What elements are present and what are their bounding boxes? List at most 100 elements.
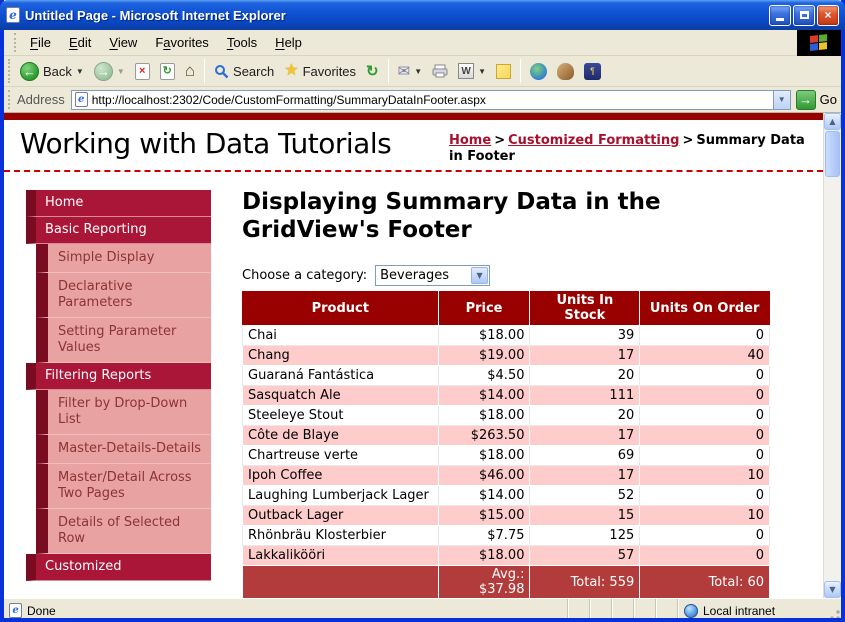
sidebar-item-filter-by-drop-down-list[interactable]: Filter by Drop-Down List — [36, 390, 211, 435]
breadcrumb-separator: > — [679, 133, 696, 148]
close-button[interactable]: × — [817, 5, 839, 26]
print-button[interactable] — [427, 62, 453, 80]
cell-value: $46.00 — [438, 466, 530, 486]
status-text: Done — [27, 604, 56, 618]
sidebar-item-filtering-reports[interactable]: Filtering Reports — [26, 363, 211, 390]
sidebar-item-master-detail-across-two-pages[interactable]: Master/Detail Across Two Pages — [36, 464, 211, 509]
mail-button[interactable]: ✉ ▼ — [393, 62, 428, 81]
cell-value: $18.00 — [438, 446, 530, 466]
cell-product: Steeleye Stout — [243, 406, 439, 426]
column-header-product: Product — [243, 291, 439, 326]
address-field[interactable]: e http://localhost:2302/Code/CustomForma… — [71, 90, 791, 110]
home-button[interactable]: ⌂ — [180, 59, 200, 83]
sidebar-item-customized[interactable]: Customized — [26, 554, 211, 581]
back-label: Back — [43, 64, 72, 79]
status-empty-pane — [655, 599, 677, 622]
table-row: Laughing Lumberjack Lager$14.00520 — [243, 486, 770, 506]
refresh-button[interactable]: ↻ — [155, 61, 180, 82]
toolbar-separator — [204, 59, 205, 83]
footer-cell: Total: 60 — [640, 566, 770, 599]
cell-value: 0 — [640, 326, 770, 346]
cell-value: 10 — [640, 506, 770, 526]
menu-item-tools[interactable]: Tools — [218, 32, 266, 53]
cell-value: 15 — [530, 506, 640, 526]
menu-item-help[interactable]: Help — [266, 32, 311, 53]
sidebar-item-master-details-details[interactable]: Master-Details-Details — [36, 435, 211, 464]
minimize-icon — [776, 18, 784, 21]
mail-dropdown-icon[interactable]: ▼ — [414, 67, 422, 76]
security-zone-pane: Local intranet — [677, 599, 827, 622]
maximize-button[interactable] — [793, 5, 815, 26]
cell-value: $15.00 — [438, 506, 530, 526]
category-select[interactable]: Beverages ▼ — [375, 265, 490, 286]
page-top-stripe — [4, 113, 823, 120]
cell-value: 0 — [640, 546, 770, 566]
address-dropdown-button[interactable]: ▼ — [773, 91, 790, 109]
menu-item-file[interactable]: File — [21, 32, 60, 53]
go-label: Go — [820, 92, 837, 107]
footer-cell — [243, 566, 439, 599]
back-button[interactable]: ← Back ▼ — [15, 60, 89, 83]
cell-value: 17 — [530, 466, 640, 486]
globe-search-icon — [530, 63, 547, 80]
search-button[interactable]: Search — [209, 62, 279, 81]
cell-value: 10 — [640, 466, 770, 486]
toolbar-grip[interactable] — [8, 59, 13, 83]
forward-dropdown-icon[interactable]: ▼ — [117, 67, 125, 76]
addressbar-grip[interactable] — [8, 90, 13, 109]
vertical-scrollbar[interactable]: ▲ ▼ — [823, 113, 841, 598]
favorites-label: Favorites — [303, 64, 356, 79]
sidebar-item-details-of-selected-row[interactable]: Details of Selected Row — [36, 509, 211, 554]
category-selected-value: Beverages — [380, 268, 449, 283]
resize-grip[interactable] — [827, 599, 841, 622]
cell-value: 111 — [530, 386, 640, 406]
address-url[interactable]: http://localhost:2302/Code/CustomFormatt… — [92, 93, 773, 107]
messenger-button[interactable] — [606, 61, 633, 82]
menu-item-view[interactable]: View — [100, 32, 146, 53]
cell-value: 40 — [640, 346, 770, 366]
breadcrumb-home[interactable]: Home — [449, 133, 491, 148]
back-dropdown-icon[interactable]: ▼ — [76, 67, 84, 76]
search-companion-button[interactable] — [552, 61, 579, 82]
standard-toolbar: ← Back ▼ → ▼ × ↻ ⌂ Search ★ Favorites ↻ … — [4, 56, 841, 87]
browser-window: e Untitled Page - Microsoft Internet Exp… — [0, 0, 845, 622]
cell-value: 69 — [530, 446, 640, 466]
sidebar-item-declarative-parameters[interactable]: Declarative Parameters — [36, 273, 211, 318]
go-button[interactable]: → Go — [796, 90, 837, 110]
minimize-button[interactable] — [769, 5, 791, 26]
stop-button[interactable]: × — [130, 61, 155, 82]
cell-product: Ipoh Coffee — [243, 466, 439, 486]
search-icon — [214, 64, 229, 79]
edit-dropdown-icon[interactable]: ▼ — [478, 67, 486, 76]
cell-product: Outback Lager — [243, 506, 439, 526]
scroll-up-button[interactable]: ▲ — [824, 113, 841, 130]
history-icon: ↻ — [366, 64, 379, 79]
menu-item-edit[interactable]: Edit — [60, 32, 100, 53]
menu-item-favorites[interactable]: Favorites — [146, 32, 217, 53]
favorites-star-icon: ★ — [284, 63, 298, 79]
menubar-grip[interactable] — [14, 33, 19, 52]
breadcrumb-customized-formatting[interactable]: Customized Formatting — [508, 133, 679, 148]
cell-product: Chartreuse verte — [243, 446, 439, 466]
scroll-thumb[interactable] — [825, 131, 840, 177]
research-button[interactable] — [525, 61, 552, 82]
windows-flag-icon — [810, 34, 828, 52]
table-header-row: ProductPriceUnits In StockUnits On Order — [243, 291, 770, 326]
forward-button[interactable]: → ▼ — [89, 60, 130, 83]
cell-value: 0 — [640, 486, 770, 506]
title-bar: e Untitled Page - Microsoft Internet Exp… — [0, 0, 845, 30]
cell-value: 39 — [530, 326, 640, 346]
select-dropdown-icon[interactable]: ▼ — [471, 267, 488, 284]
sidebar-item-simple-display[interactable]: Simple Display — [36, 244, 211, 273]
discuss-button[interactable] — [491, 62, 516, 81]
sidebar-item-setting-parameter-values[interactable]: Setting Parameter Values — [36, 318, 211, 363]
table-row: Sasquatch Ale$14.001110 — [243, 386, 770, 406]
scroll-down-button[interactable]: ▼ — [824, 581, 841, 598]
zone-label: Local intranet — [703, 604, 775, 618]
sidebar-item-basic-reporting[interactable]: Basic Reporting — [26, 217, 211, 244]
favorites-button[interactable]: ★ Favorites — [279, 61, 361, 81]
edit-with-word-button[interactable]: W ▼ — [453, 61, 491, 81]
history-button[interactable]: ↻ — [361, 62, 384, 81]
encarta-button[interactable]: ¶ — [579, 61, 606, 82]
sidebar-item-home[interactable]: Home — [26, 190, 211, 217]
